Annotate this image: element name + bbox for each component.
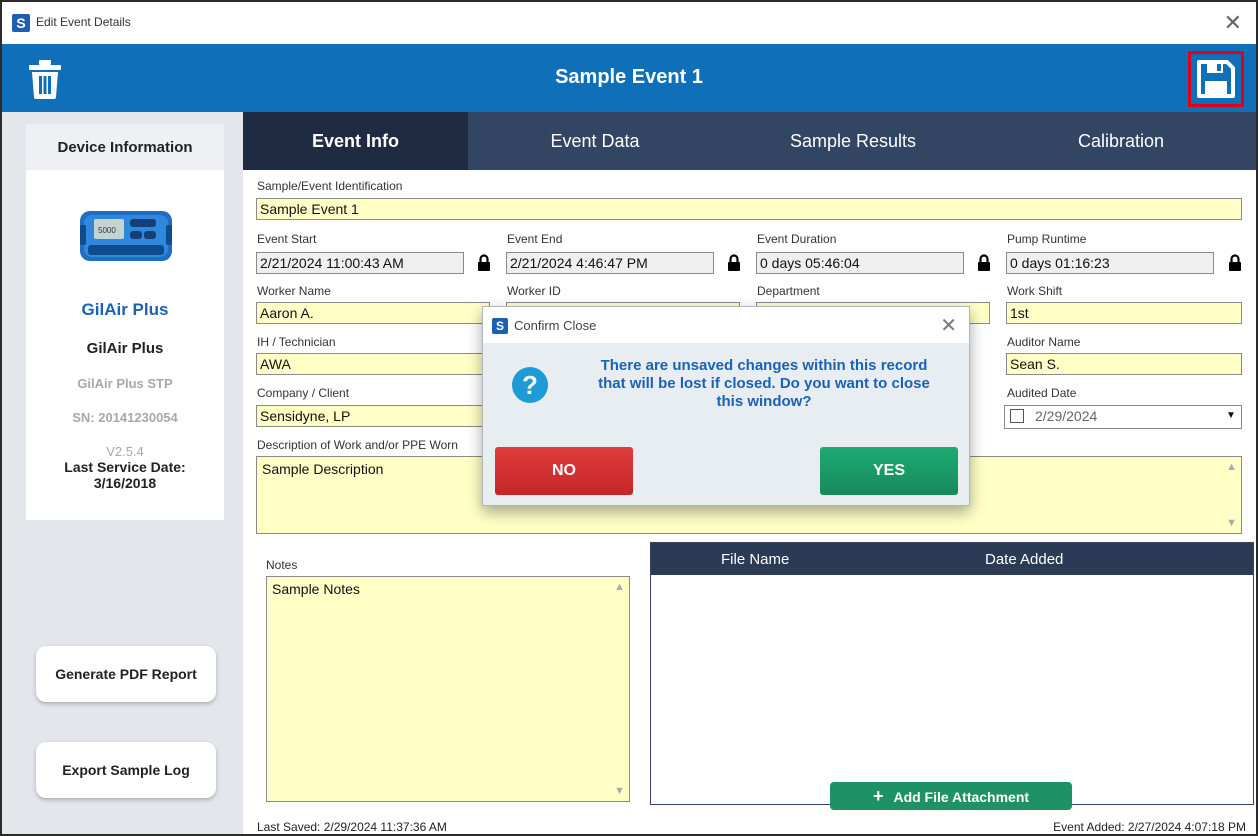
description-label: Description of Work and/or PPE Worn [257,438,458,452]
gilair-device-image: 5000 [80,211,172,261]
svg-text:5000: 5000 [98,226,116,235]
event-start-label: Event Start [257,232,317,246]
window-title-bar: S Edit Event Details ✕ [2,2,1256,44]
event-end-label: Event End [507,232,563,246]
device-sidebar: Device Information 5000 GilAir Plus GilA… [2,112,243,834]
event-end-field: 2/21/2024 4:46:47 PM [506,252,714,274]
work-shift-label: Work Shift [1007,284,1063,298]
device-model: GilAir Plus [86,340,164,357]
event-duration-field: 0 days 05:46:04 [756,252,964,274]
tab-event-data[interactable]: Event Data [468,112,722,170]
work-shift-field[interactable]: 1st [1006,302,1242,324]
attachments-table: File Name Date Added [650,542,1254,805]
last-saved-text: Last Saved: 2/29/2024 11:37:36 AM [257,820,447,834]
edit-event-window: S Edit Event Details ✕ Sample Event 1 De… [0,0,1258,836]
notes-label: Notes [266,558,298,572]
company-client-field[interactable]: Sensidyne, LP [256,405,490,427]
app-logo-icon: S [492,318,508,334]
scroll-down-icon[interactable]: ▼ [1226,517,1237,529]
scroll-up-icon[interactable]: ▲ [1226,461,1237,473]
device-info-heading: Device Information [26,124,224,170]
confirm-close-dialog: S Confirm Close ✕ ? There are unsaved ch… [482,306,970,506]
dialog-title: Confirm Close [514,318,597,333]
add-file-attachment-button[interactable]: + Add File Attachment [830,782,1072,810]
tab-event-info[interactable]: Event Info [243,112,468,170]
ih-technician-label: IH / Technician [257,335,336,349]
dialog-message: There are unsaved changes within this re… [598,357,930,410]
auditor-name-label: Auditor Name [1007,335,1081,349]
question-icon: ? [512,367,548,403]
scroll-down-icon[interactable]: ▼ [614,785,625,797]
save-button[interactable] [1188,51,1244,107]
ih-technician-field[interactable]: AWA [256,353,490,375]
scroll-up-icon[interactable]: ▲ [614,581,625,593]
event-header: Sample Event 1 [2,44,1256,112]
attachments-header: File Name Date Added [651,543,1253,575]
export-sample-log-button[interactable]: Export Sample Log [36,742,216,798]
audited-date-picker[interactable]: 2/29/2024 [1004,405,1242,429]
window-title: Edit Event Details [36,15,131,29]
event-duration-label: Event Duration [757,232,837,246]
last-service-date: 3/16/2018 [93,475,157,491]
pump-runtime-label: Pump Runtime [1007,232,1087,246]
close-window-icon[interactable]: ✕ [1224,10,1242,36]
add-file-attachment-label: Add File Attachment [893,789,1030,805]
generate-pdf-report-button[interactable]: Generate PDF Report [36,646,216,702]
device-name: GilAir Plus [81,300,169,319]
lock-icon [1229,254,1241,271]
device-serial: SN: 20141230054 [72,410,178,425]
lock-icon [478,254,490,271]
department-label: Department [757,284,820,298]
device-info-card: Device Information 5000 GilAir Plus GilA… [26,124,224,520]
yes-button[interactable]: YES [820,447,958,495]
event-title: Sample Event 1 [555,66,703,88]
date-added-column-header: Date Added [985,551,1064,568]
worker-name-field[interactable]: Aaron A. [256,302,490,324]
lock-icon [978,254,990,271]
device-variant: GilAir Plus STP [77,376,173,391]
event-start-field: 2/21/2024 11:00:43 AM [256,252,464,274]
tab-bar: Event Info Event Data Sample Results Cal… [243,112,1256,170]
floppy-disk-icon [1197,60,1235,98]
tab-calibration[interactable]: Calibration [984,112,1256,170]
audited-date-label: Audited Date [1007,386,1077,400]
notes-textarea[interactable]: Sample Notes ▲ ▼ [266,576,630,802]
close-dialog-icon[interactable]: ✕ [940,313,957,338]
event-added-text: Event Added: 2/27/2024 4:07:18 PM [1053,820,1246,834]
pump-runtime-field: 0 days 01:16:23 [1006,252,1214,274]
sample-id-label: Sample/Event Identification [257,179,403,193]
lock-icon [728,254,740,271]
auditor-name-field[interactable]: Sean S. [1006,353,1242,375]
company-client-label: Company / Client [257,386,350,400]
last-service-label: Last Service Date: [64,459,186,475]
tab-sample-results[interactable]: Sample Results [722,112,984,170]
sample-id-field[interactable]: Sample Event 1 [256,198,1242,220]
plus-icon: + [872,786,884,806]
dialog-title-bar: S Confirm Close ✕ [483,307,969,343]
audited-date-checkbox[interactable] [1010,409,1024,423]
worker-name-label: Worker Name [257,284,331,298]
app-logo-icon: S [12,14,30,32]
audited-date-value: 2/29/2024 [1035,408,1098,424]
worker-id-label: Worker ID [507,284,561,298]
description-text: Sample Description [262,461,384,477]
no-button[interactable]: NO [495,447,633,495]
device-version: V2.5.4 [106,444,144,459]
file-name-column-header: File Name [721,551,790,568]
notes-text: Sample Notes [272,581,360,597]
chevron-down-icon[interactable]: ▼ [1226,410,1236,421]
